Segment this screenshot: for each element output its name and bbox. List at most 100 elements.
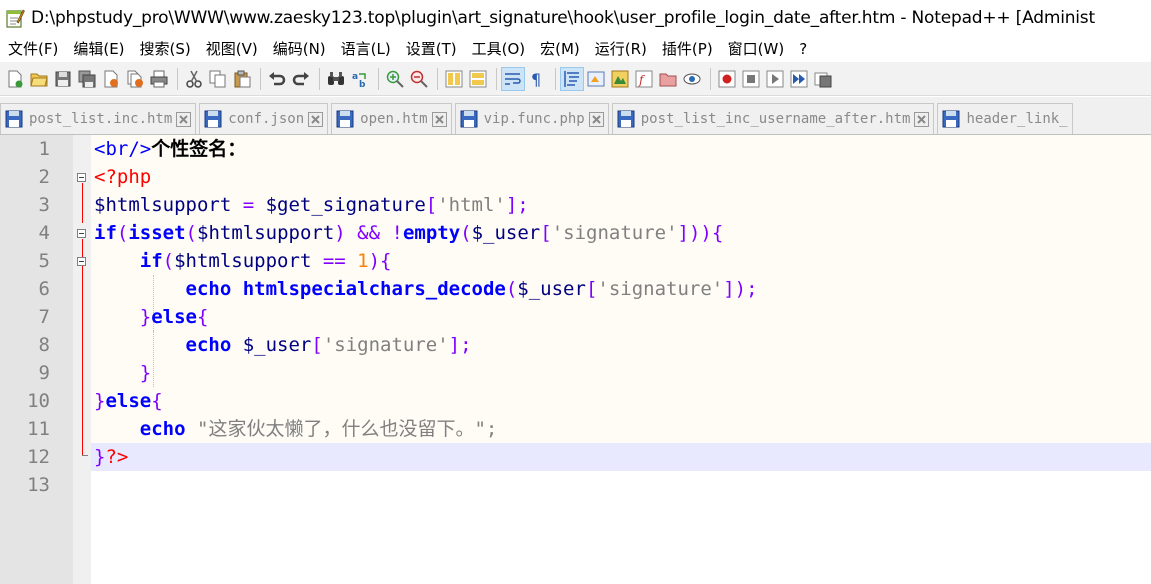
code-text: }?>: [94, 446, 129, 468]
code-line: 13: [0, 471, 1151, 499]
title-bar: D:\phpstudy_pro\WWW\www.zaesky123.top\pl…: [0, 0, 1151, 36]
menu-encoding[interactable]: 编码(N): [265, 36, 333, 62]
tab-conf-json[interactable]: conf.json: [199, 103, 329, 134]
tab-post-list-username-after[interactable]: post_list_inc_username_after.htm: [611, 103, 935, 134]
menu-macro[interactable]: 宏(M): [532, 36, 587, 62]
close-icon[interactable]: [431, 111, 447, 127]
menu-run[interactable]: 运行(R): [587, 36, 654, 62]
notepad-icon: [6, 9, 25, 28]
zoom-out-icon[interactable]: [408, 68, 430, 90]
redo-icon[interactable]: [290, 68, 312, 90]
line-number: 12: [27, 446, 50, 468]
code-text: }: [139, 362, 152, 384]
show-all-chars-icon[interactable]: ¶: [526, 68, 548, 90]
udl-icon[interactable]: [585, 68, 607, 90]
menu-language[interactable]: 语言(L): [333, 36, 398, 62]
code-text: echo htmlspecialchars_decode($_user['sig…: [185, 278, 758, 300]
close-icon[interactable]: [176, 111, 192, 127]
code-text: echo $_user['signature'];: [185, 334, 472, 356]
menu-edit[interactable]: 编辑(E): [65, 36, 131, 62]
tab-label: vip.func.php: [483, 111, 585, 127]
line-number: 9: [38, 362, 50, 384]
menu-file[interactable]: 文件(F): [0, 36, 65, 62]
stop-record-icon[interactable]: [740, 68, 762, 90]
line-number: 6: [38, 278, 50, 300]
tab-label: post_list.inc.htm: [29, 111, 173, 127]
code-text: if(isset($htmlsupport) && !empty($_user[…: [94, 222, 724, 244]
save-macro-icon[interactable]: [812, 68, 834, 90]
svg-text:a: a: [352, 72, 358, 82]
toolbar-separator: [319, 67, 320, 90]
function-list-icon[interactable]: f: [633, 68, 655, 90]
folder-as-workspace-icon[interactable]: [657, 68, 679, 90]
tab-vip-func[interactable]: vip.func.php: [454, 103, 609, 134]
print-icon[interactable]: [148, 68, 170, 90]
menu-settings[interactable]: 设置(T): [398, 36, 464, 62]
save-icon: [617, 110, 635, 128]
close-icon[interactable]: [308, 111, 324, 127]
sync-horizontal-icon[interactable]: [467, 68, 489, 90]
code-editor[interactable]: 1 <br/>个性签名： 2 <?php 3 $htmlsupport = $g…: [0, 135, 1151, 584]
toolbar-separator: [710, 67, 711, 90]
word-wrap-icon[interactable]: [501, 66, 525, 91]
find-icon[interactable]: [325, 68, 347, 90]
save-icon: [204, 110, 222, 128]
run-macro-multiple-icon[interactable]: [788, 68, 810, 90]
code-line: 4 if(isset($htmlsupport) && !empty($_use…: [0, 219, 1151, 247]
toolbar-separator: [496, 67, 497, 90]
menu-tools[interactable]: 工具(O): [464, 36, 533, 62]
code-text: <?php: [94, 166, 152, 188]
replace-icon[interactable]: ab: [349, 68, 371, 90]
indent-guide-icon[interactable]: [560, 66, 584, 91]
menu-plugins[interactable]: 插件(P): [654, 36, 720, 62]
save-icon[interactable]: [52, 68, 74, 90]
line-number: 4: [38, 222, 50, 244]
undo-icon[interactable]: [266, 68, 288, 90]
close-icon[interactable]: [588, 111, 604, 127]
record-macro-icon[interactable]: [716, 68, 738, 90]
menu-bar: 文件(F) 编辑(E) 搜索(S) 视图(V) 编码(N) 语言(L) 设置(T…: [0, 36, 1151, 62]
menu-help[interactable]: ?: [791, 36, 814, 62]
monitoring-icon[interactable]: [681, 68, 703, 90]
tab-header-link[interactable]: header_link_: [937, 103, 1073, 134]
cut-icon[interactable]: [183, 68, 205, 90]
doc-map-icon[interactable]: [609, 68, 631, 90]
new-file-icon[interactable]: [4, 68, 26, 90]
save-icon: [942, 110, 960, 128]
save-all-icon[interactable]: [76, 68, 98, 90]
open-file-icon[interactable]: [28, 68, 50, 90]
menu-view[interactable]: 视图(V): [198, 36, 265, 62]
tab-label: header_link_: [966, 111, 1068, 127]
tab-post-list-inc[interactable]: post_list.inc.htm: [0, 103, 197, 134]
code-line: 2 <?php: [0, 163, 1151, 191]
play-macro-icon[interactable]: [764, 68, 786, 90]
tab-open-htm[interactable]: open.htm: [331, 103, 452, 134]
tab-label: open.htm: [360, 111, 428, 127]
svg-text:b: b: [359, 80, 366, 88]
code-text: if($htmlsupport == 1){: [139, 250, 392, 272]
menu-search[interactable]: 搜索(S): [132, 36, 198, 62]
close-icon[interactable]: [100, 68, 122, 90]
code-text: }else{: [94, 390, 163, 412]
line-number: 3: [38, 194, 50, 216]
code-line: 10 }else{: [0, 387, 1151, 415]
paste-icon[interactable]: [231, 68, 253, 90]
code-line: 3 $htmlsupport = $get_signature['html'];: [0, 191, 1151, 219]
code-line: 5 if($htmlsupport == 1){: [0, 247, 1151, 275]
code-line-current: 12 }?>: [0, 443, 1151, 471]
close-all-icon[interactable]: [124, 68, 146, 90]
line-number: 5: [38, 250, 50, 272]
zoom-in-icon[interactable]: [384, 68, 406, 90]
close-icon[interactable]: [914, 111, 930, 127]
menu-window[interactable]: 窗口(W): [720, 36, 792, 62]
code-text: $htmlsupport = $get_signature['html'];: [94, 194, 529, 216]
code-line: 6 echo htmlspecialchars_decode($_user['s…: [0, 275, 1151, 303]
copy-icon[interactable]: [207, 68, 229, 90]
code-line: 8 echo $_user['signature'];: [0, 331, 1151, 359]
code-text: echo "这家伙太懒了，什么也没留下。";: [139, 418, 498, 440]
line-number: 2: [38, 166, 50, 188]
sync-vertical-icon[interactable]: [443, 68, 465, 90]
toolbar-separator: [555, 67, 556, 90]
line-number: 7: [38, 306, 50, 328]
line-number: 8: [38, 334, 50, 356]
